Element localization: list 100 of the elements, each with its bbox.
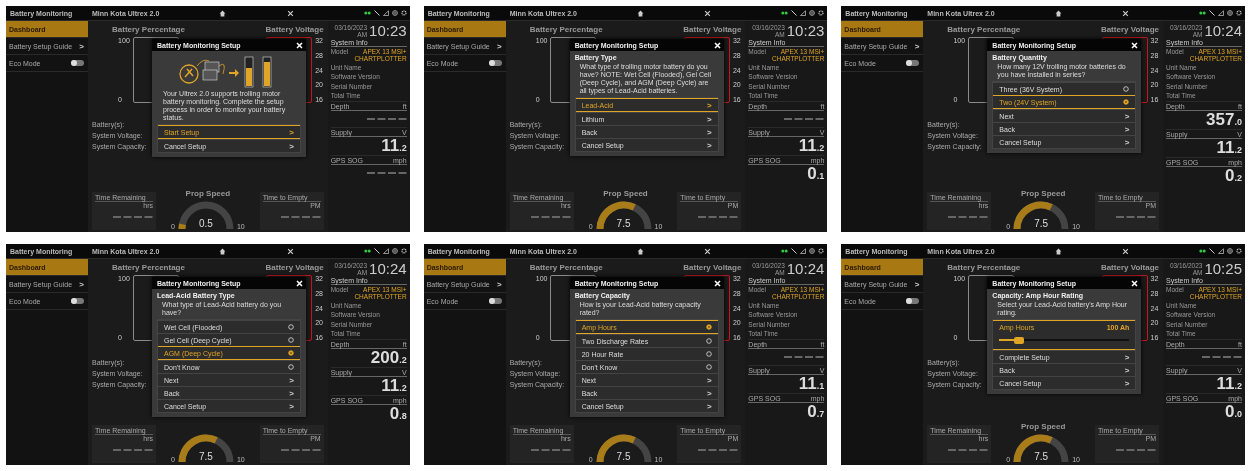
gauge-title: Battery Voltage <box>265 25 324 34</box>
reading-value: 11.2 <box>1216 138 1242 156</box>
globe-icon <box>391 248 398 254</box>
gear-icon[interactable] <box>818 248 825 254</box>
radio-checked-icon <box>288 350 294 357</box>
slash-icon <box>1209 10 1215 16</box>
radio-checked-icon <box>705 324 712 331</box>
signal-icon <box>1218 10 1224 16</box>
no-data-icon <box>784 116 825 121</box>
reading-value: 11.2 <box>381 376 407 394</box>
reading-value: 0.0 <box>1225 402 1242 420</box>
no-data-icon <box>366 116 407 121</box>
close-icon[interactable] <box>704 247 712 255</box>
gear-icon[interactable] <box>1236 248 1242 254</box>
globe-icon <box>1227 248 1233 254</box>
gauge-title: Battery Voltage <box>265 263 324 272</box>
gauge-title: Battery Percentage <box>112 263 185 272</box>
gauge-title: Battery Voltage <box>683 25 742 34</box>
prop-speed-value: 7.5 <box>1034 451 1049 462</box>
gear-icon[interactable] <box>818 10 825 16</box>
clock-time: 10:24 <box>369 261 407 276</box>
empty-time-icon <box>280 215 321 219</box>
prop-speed-value: 7.5 <box>616 451 631 462</box>
slash-icon <box>791 248 798 254</box>
globe-icon <box>1227 10 1233 16</box>
empty-time-icon <box>280 448 321 452</box>
close-icon[interactable] <box>286 247 294 255</box>
gear-icon[interactable] <box>1236 10 1242 16</box>
gauge-title: Battery Voltage <box>1100 25 1159 34</box>
toggle-switch[interactable] <box>488 60 502 66</box>
home-icon[interactable] <box>1054 247 1062 255</box>
prop-speed-value: 7.5 <box>1034 218 1049 229</box>
prop-speed-title: Prop Speed <box>603 189 648 198</box>
clock-time: 10:24 <box>1204 23 1242 38</box>
gear-icon[interactable] <box>400 248 407 254</box>
reading-value: 0.2 <box>1225 166 1242 184</box>
toggle-switch[interactable] <box>906 60 920 66</box>
reading-value: 11.2 <box>1216 374 1242 392</box>
reading-value: 0.8 <box>389 404 407 422</box>
gauge-title: Battery Percentage <box>529 263 603 272</box>
prop-speed-value: 7.5 <box>198 451 213 462</box>
globe-icon <box>809 248 816 254</box>
globe-icon <box>391 10 398 16</box>
home-icon[interactable] <box>219 247 227 255</box>
radio-checked-icon <box>1123 99 1130 106</box>
radio-icon <box>1123 86 1130 93</box>
prop-speed-title: Prop Speed <box>1020 422 1066 431</box>
empty-time-icon <box>948 448 989 452</box>
prop-speed-value: 7.5 <box>616 218 631 229</box>
home-icon[interactable] <box>219 9 227 17</box>
reading-value: 11.1 <box>798 374 825 392</box>
close-icon[interactable] <box>1121 247 1129 255</box>
status-dots-icon <box>1199 11 1206 15</box>
gauge-title: Battery Percentage <box>112 25 185 34</box>
gauge-title: Battery Voltage <box>683 263 742 272</box>
signal-icon <box>800 10 807 16</box>
gauge-title: Battery Percentage <box>947 25 1021 34</box>
reading-value: 200.2 <box>370 348 407 366</box>
clock-time: 10:23 <box>369 23 407 38</box>
empty-time-icon <box>1116 215 1156 219</box>
empty-time-icon <box>698 215 739 219</box>
prop-speed-title: Prop Speed <box>1020 189 1066 198</box>
signal-icon <box>382 248 389 254</box>
close-icon[interactable] <box>704 9 712 17</box>
status-dots-icon <box>363 11 371 15</box>
prop-speed-value: 0.5 <box>198 218 213 229</box>
toggle-switch[interactable] <box>71 298 84 304</box>
slider-thumb[interactable] <box>1013 336 1024 344</box>
toggle-switch[interactable] <box>906 298 920 304</box>
no-data-icon <box>1202 354 1242 359</box>
slash-icon <box>791 10 798 16</box>
slash-icon <box>373 248 380 254</box>
signal-icon <box>382 10 389 16</box>
home-icon[interactable] <box>637 247 645 255</box>
globe-icon <box>809 10 816 16</box>
toggle-switch[interactable] <box>71 60 84 66</box>
reading-value: 11.2 <box>381 136 407 154</box>
empty-time-icon <box>698 448 739 452</box>
empty-time-icon <box>1116 448 1156 452</box>
gauge-title: Battery Percentage <box>529 25 603 34</box>
empty-time-icon <box>113 448 153 452</box>
slash-icon <box>373 10 380 16</box>
status-dots-icon <box>363 249 371 253</box>
status-dots-icon <box>781 11 789 15</box>
no-data-icon <box>784 354 825 359</box>
reading-value: 0.7 <box>807 402 825 420</box>
empty-time-icon <box>113 215 153 219</box>
prop-speed-title: Prop Speed <box>185 189 231 198</box>
status-dots-icon <box>781 249 789 253</box>
no-data-icon <box>366 170 407 175</box>
close-icon[interactable] <box>286 9 294 17</box>
signal-icon <box>1218 248 1224 254</box>
status-dots-icon <box>1199 249 1206 253</box>
toggle-switch[interactable] <box>488 298 502 304</box>
home-icon[interactable] <box>637 9 645 17</box>
gauge-title: Battery Percentage <box>947 263 1021 272</box>
gear-icon[interactable] <box>400 10 407 16</box>
close-icon[interactable] <box>1121 9 1129 17</box>
radio-icon <box>288 364 294 371</box>
home-icon[interactable] <box>1054 9 1062 17</box>
